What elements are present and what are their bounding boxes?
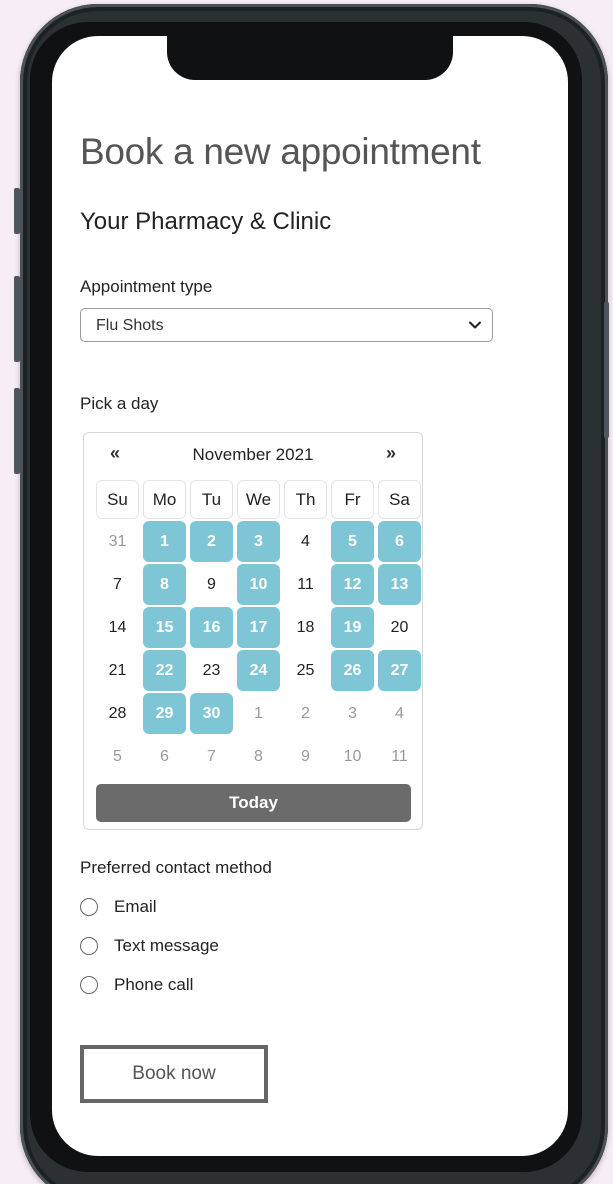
calendar-day-available[interactable]: 6 — [378, 521, 421, 562]
calendar-day-available[interactable]: 22 — [143, 650, 186, 691]
appointment-type-value: Flu Shots — [96, 317, 164, 334]
date-picker: « November 2021 » Su Mo Tu We Th Fr Sa 31 1 2 3 4 5 6… — [83, 432, 423, 830]
calendar-day-available[interactable]: 29 — [143, 693, 186, 734]
calendar-day-available[interactable]: 30 — [190, 693, 233, 734]
page-title: Book a new appointment — [80, 131, 481, 172]
today-button[interactable]: Today — [96, 784, 411, 822]
phone-silent-switch — [14, 188, 20, 234]
calendar-day-outside-month: 1 — [254, 704, 263, 722]
calendar-day-outside-month: 9 — [301, 747, 310, 765]
calendar-day-outside-month: 31 — [108, 532, 127, 550]
contact-option-label: Text message — [114, 936, 219, 955]
calendar-day-available[interactable]: 19 — [331, 607, 374, 648]
weekday-header: Tu — [190, 480, 233, 519]
calendar-day: 20 — [390, 618, 409, 636]
calendar-day-available[interactable]: 15 — [143, 607, 186, 648]
phone-volume-down — [14, 388, 20, 474]
calendar-day-available[interactable]: 10 — [237, 564, 280, 605]
calendar-month-title: November 2021 — [192, 445, 314, 464]
contact-option-phone-call[interactable]: Phone call — [80, 973, 193, 997]
chevron-down-icon — [469, 321, 481, 329]
calendar-day-available[interactable]: 26 — [331, 650, 374, 691]
calendar-day-outside-month: 5 — [113, 747, 122, 765]
calendar-day: 25 — [296, 661, 315, 679]
calendar-grid: Su Mo Tu We Th Fr Sa 31 1 2 3 4 5 6 7 8 9 10 11 12 13 14 15 16 1… — [96, 480, 421, 777]
weekday-header: Sa — [378, 480, 421, 519]
calendar-day-available[interactable]: 2 — [190, 521, 233, 562]
calendar-day-outside-month: 10 — [343, 747, 362, 765]
calendar-day-outside-month: 8 — [254, 747, 263, 765]
calendar-day-available[interactable]: 24 — [237, 650, 280, 691]
calendar-day-available[interactable]: 1 — [143, 521, 186, 562]
clinic-name: Your Pharmacy & Clinic — [80, 208, 332, 235]
contact-option-label: Phone call — [114, 975, 194, 994]
weekday-header: We — [237, 480, 280, 519]
calendar-day-available[interactable]: 13 — [378, 564, 421, 605]
phone-screen: Book a new appointment Your Pharmacy & C… — [52, 36, 568, 1156]
calendar-day: 18 — [296, 618, 315, 636]
calendar-day: 28 — [108, 704, 127, 722]
calendar-day: 21 — [108, 661, 127, 679]
phone-volume-up — [14, 276, 20, 362]
phone-notch — [167, 36, 453, 80]
calendar-day: 14 — [108, 618, 127, 636]
calendar-day: 4 — [301, 532, 310, 550]
calendar-day: 23 — [202, 661, 221, 679]
calendar-header: « November 2021 » — [84, 443, 422, 467]
contact-option-email[interactable]: Email — [80, 895, 157, 919]
calendar-day-available[interactable]: 27 — [378, 650, 421, 691]
calendar-day-available[interactable]: 17 — [237, 607, 280, 648]
appointment-type-select[interactable]: Flu Shots — [80, 308, 493, 342]
calendar-day-available[interactable]: 5 — [331, 521, 374, 562]
pick-day-label: Pick a day — [80, 394, 159, 413]
calendar-day-outside-month: 6 — [160, 747, 169, 765]
calendar-day-outside-month: 4 — [395, 704, 404, 722]
calendar-day: 11 — [297, 575, 314, 593]
calendar-day-outside-month: 7 — [207, 747, 216, 765]
calendar-day-outside-month: 3 — [348, 704, 357, 722]
weekday-header: Fr — [331, 480, 374, 519]
stage: Book a new appointment Your Pharmacy & C… — [0, 0, 613, 1184]
weekday-header: Th — [284, 480, 327, 519]
calendar-day-outside-month: 2 — [301, 704, 310, 722]
calendar-day: 7 — [113, 575, 122, 593]
calendar-day: 9 — [207, 575, 216, 593]
calendar-day-available[interactable]: 16 — [190, 607, 233, 648]
calendar-day-available[interactable]: 3 — [237, 521, 280, 562]
calendar-day-available[interactable]: 8 — [143, 564, 186, 605]
appointment-type-label: Appointment type — [80, 277, 213, 296]
radio-button[interactable] — [80, 898, 98, 916]
phone-power-button — [604, 302, 609, 438]
calendar-day-outside-month: 11 — [391, 747, 408, 765]
contact-method-label: Preferred contact method — [80, 858, 272, 877]
book-now-button[interactable]: Book now — [80, 1045, 268, 1103]
contact-option-text-message[interactable]: Text message — [80, 934, 219, 958]
weekday-header: Mo — [143, 480, 186, 519]
next-month-button[interactable]: » — [386, 443, 396, 464]
radio-button[interactable] — [80, 937, 98, 955]
calendar-day-available[interactable]: 12 — [331, 564, 374, 605]
radio-button[interactable] — [80, 976, 98, 994]
weekday-header: Su — [96, 480, 139, 519]
contact-option-label: Email — [114, 897, 157, 916]
